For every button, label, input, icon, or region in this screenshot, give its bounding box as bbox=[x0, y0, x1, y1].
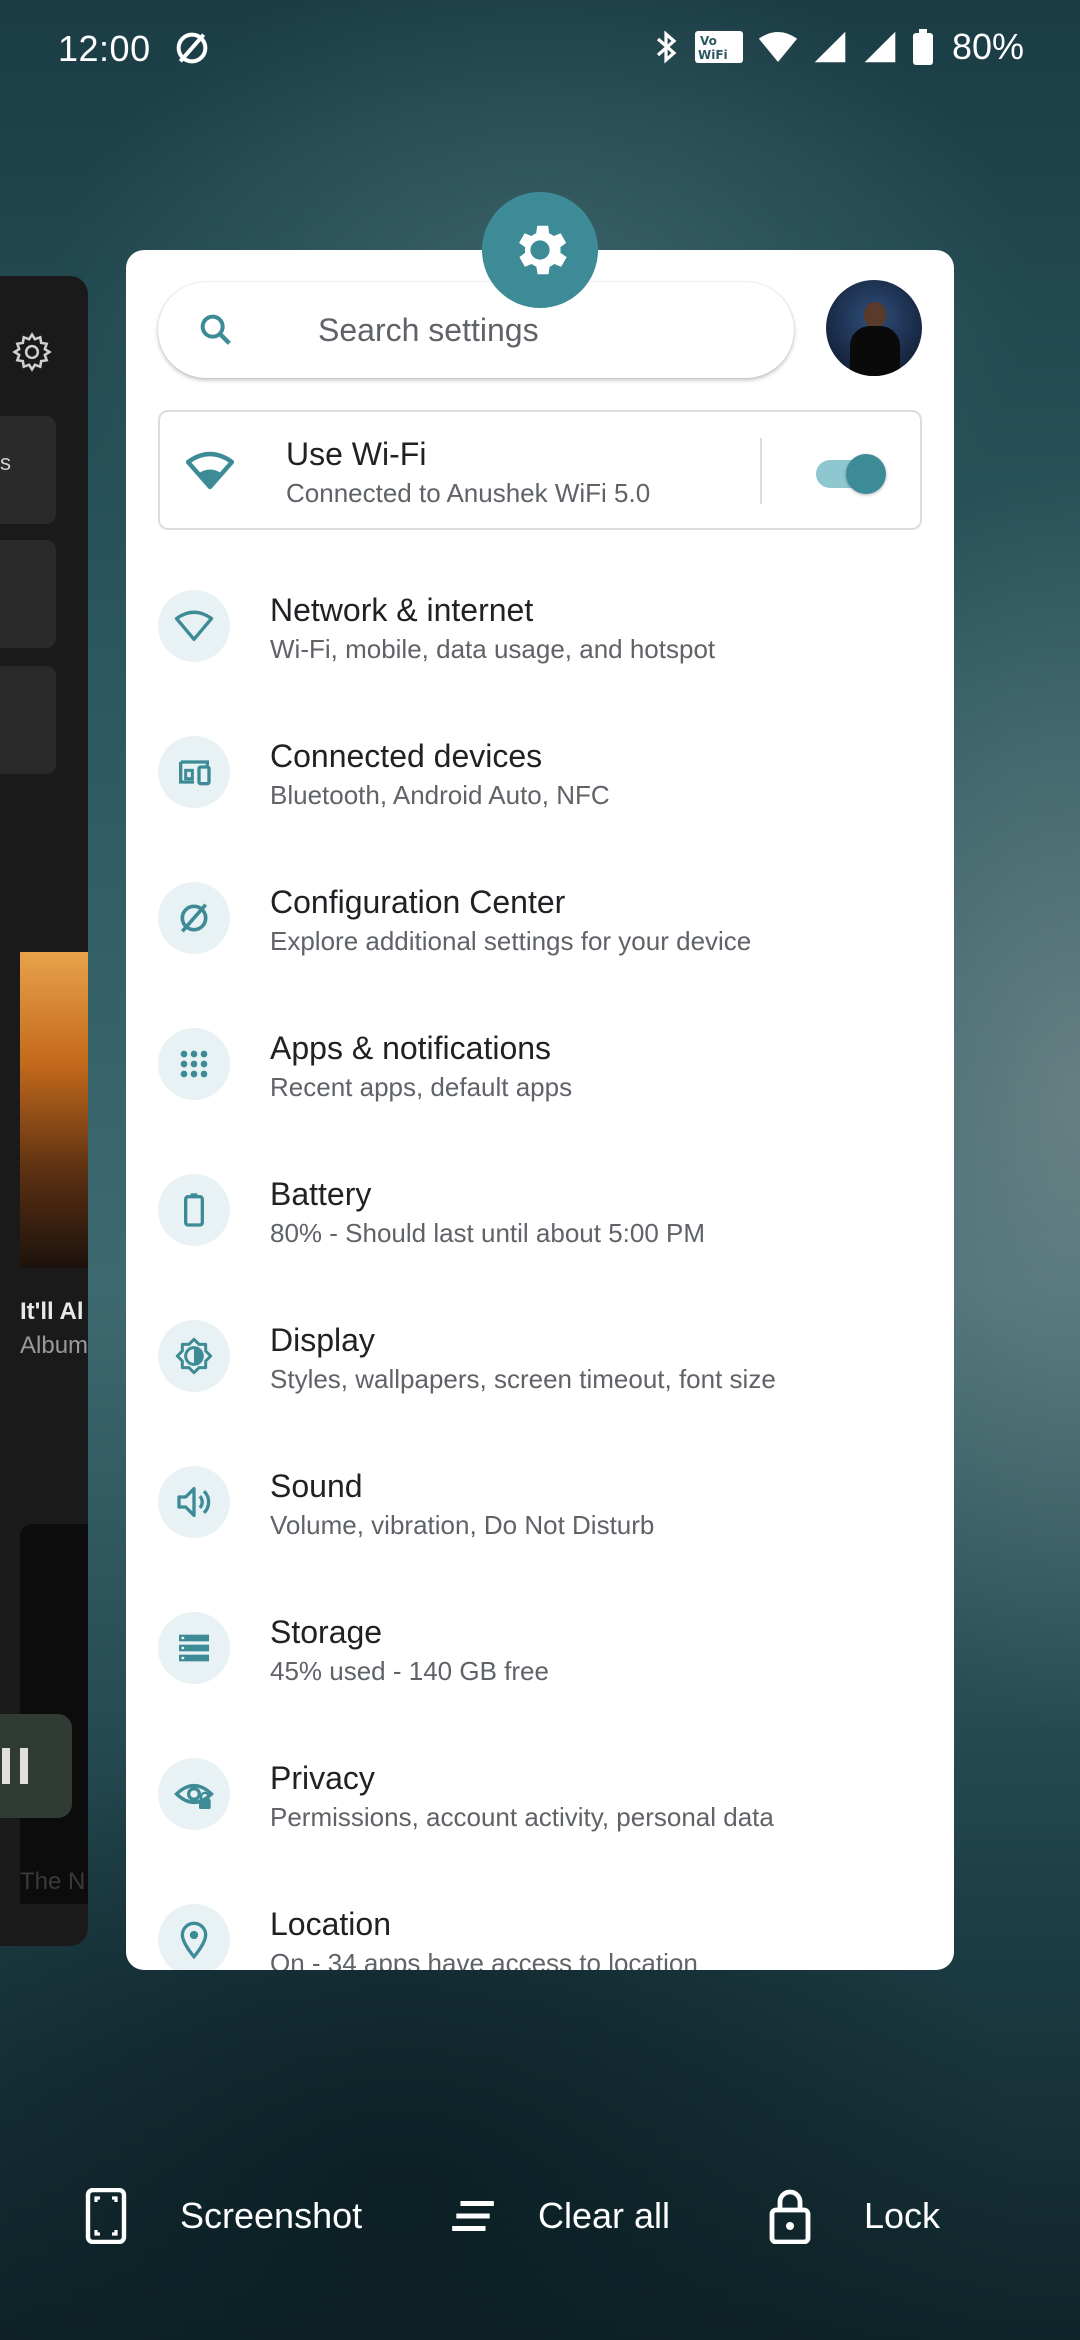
wifi-icon bbox=[186, 451, 234, 490]
item-subtitle: Explore additional settings for your dev… bbox=[270, 926, 752, 956]
item-subtitle: 45% used - 140 GB free bbox=[270, 1656, 549, 1686]
clear-all-button[interactable]: Clear all bbox=[448, 2186, 670, 2246]
status-time: 12:00 bbox=[58, 28, 151, 69]
settings-item-display[interactable]: Display Styles, wallpapers, screen timeo… bbox=[126, 1304, 954, 1450]
config-icon bbox=[158, 882, 230, 954]
screenshot-button[interactable]: Screenshot bbox=[82, 2186, 362, 2246]
lock-label: Lock bbox=[864, 2195, 941, 2236]
display-icon bbox=[158, 1320, 230, 1392]
settings-item-privacy[interactable]: Privacy Permissions, account activity, p… bbox=[126, 1742, 954, 1888]
settings-app-icon[interactable] bbox=[482, 192, 598, 308]
pause-icon bbox=[2, 1748, 10, 1784]
wifi-icon bbox=[758, 32, 798, 62]
item-title: Display bbox=[270, 1322, 375, 1358]
location-icon bbox=[158, 1904, 230, 1970]
item-title: Connected devices bbox=[270, 738, 543, 774]
status-icons: Vo WiFi 80% bbox=[654, 26, 1024, 68]
wifi-title: Use Wi-Fi bbox=[286, 436, 427, 472]
item-title: Configuration Center bbox=[270, 884, 566, 920]
svg-text:Vo: Vo bbox=[700, 34, 717, 48]
search-placeholder: Search settings bbox=[318, 312, 539, 348]
settings-item-battery[interactable]: Battery 80% - Should last until about 5:… bbox=[126, 1158, 954, 1304]
clear-all-label: Clear all bbox=[538, 2195, 671, 2236]
status-bar: 12:00 Vo WiFi 80% bbox=[0, 0, 1080, 96]
item-subtitle: Bluetooth, Android Auto, NFC bbox=[270, 780, 610, 810]
battery-percent: 80% bbox=[951, 26, 1024, 67]
gear-icon bbox=[12, 332, 52, 372]
settings-item-connected-devices[interactable]: Connected devices Bluetooth, Android Aut… bbox=[126, 720, 954, 866]
overview-actions: Screenshot Clear all Lock bbox=[0, 2160, 1080, 2260]
settings-item-storage[interactable]: Storage 45% used - 140 GB free bbox=[126, 1596, 954, 1742]
battery-icon bbox=[912, 29, 933, 65]
pause-button[interactable] bbox=[0, 1714, 72, 1818]
battery-icon bbox=[158, 1174, 230, 1246]
svg-text:WiFi: WiFi bbox=[698, 48, 728, 62]
settings-item-location[interactable]: Location On - 34 apps have access to loc… bbox=[126, 1888, 954, 1970]
search-icon bbox=[200, 314, 231, 345]
item-title: Storage bbox=[270, 1614, 383, 1650]
settings-list: Network & internet Wi-Fi, mobile, data u… bbox=[126, 574, 954, 1970]
item-subtitle: Styles, wallpapers, screen timeout, font… bbox=[270, 1364, 776, 1394]
wifi-suggestion-card[interactable]: Use Wi-Fi Connected to Anushek WiFi 5.0 bbox=[158, 410, 922, 530]
screenshot-icon bbox=[85, 2188, 127, 2244]
apps-icon bbox=[158, 1028, 230, 1100]
item-title: Location bbox=[270, 1906, 391, 1942]
recent-app-card-settings[interactable]: Search settings Use Wi-Fi Connected to A… bbox=[126, 250, 954, 1970]
wifi-icon bbox=[158, 590, 230, 662]
bluetooth-icon bbox=[656, 30, 677, 64]
tile bbox=[0, 666, 56, 774]
signal-icon bbox=[864, 31, 896, 63]
item-subtitle: 80% - Should last until about 5:00 PM bbox=[270, 1218, 706, 1248]
lock-icon bbox=[769, 2189, 811, 2244]
tile bbox=[0, 540, 56, 648]
item-title: Apps & notifications bbox=[270, 1030, 552, 1066]
lock-button[interactable]: Lock bbox=[766, 2186, 940, 2246]
sound-icon bbox=[158, 1466, 230, 1538]
privacy-icon bbox=[158, 1758, 230, 1830]
album-title: It'll Al bbox=[20, 1298, 84, 1325]
dnd-icon bbox=[176, 32, 208, 64]
storage-icon bbox=[158, 1612, 230, 1684]
settings-item-network[interactable]: Network & internet Wi-Fi, mobile, data u… bbox=[126, 574, 954, 720]
settings-item-apps-notifications[interactable]: Apps & notifications Recent apps, defaul… bbox=[126, 1012, 954, 1158]
album-art bbox=[20, 952, 88, 1268]
settings-item-configuration-center[interactable]: Configuration Center Explore additional … bbox=[126, 866, 954, 1012]
item-title: Battery bbox=[270, 1176, 372, 1212]
divider bbox=[760, 438, 762, 504]
clear-all-icon bbox=[452, 2201, 494, 2231]
item-title: Privacy bbox=[270, 1760, 375, 1796]
vowifi-icon: Vo WiFi bbox=[694, 31, 743, 63]
settings-item-sound[interactable]: Sound Volume, vibration, Do Not Disturb bbox=[126, 1450, 954, 1596]
recent-app-card-music[interactable]: s It'll Al Album The N bbox=[0, 276, 88, 1946]
item-subtitle: On - 34 apps have access to location bbox=[270, 1948, 698, 1970]
item-title: Network & internet bbox=[270, 592, 534, 628]
item-subtitle: Recent apps, default apps bbox=[270, 1072, 573, 1102]
tile-text: s bbox=[0, 450, 11, 475]
item-subtitle: Volume, vibration, Do Not Disturb bbox=[270, 1510, 655, 1540]
wifi-toggle[interactable] bbox=[816, 452, 886, 494]
devices-icon bbox=[158, 736, 230, 808]
item-subtitle: Wi-Fi, mobile, data usage, and hotspot bbox=[270, 634, 716, 664]
track-footer: The N bbox=[20, 1868, 86, 1895]
item-title: Sound bbox=[270, 1468, 363, 1504]
wifi-subtitle: Connected to Anushek WiFi 5.0 bbox=[286, 478, 651, 508]
item-subtitle: Permissions, account activity, personal … bbox=[270, 1802, 774, 1832]
screenshot-label: Screenshot bbox=[180, 2195, 363, 2236]
search-bar[interactable]: Search settings bbox=[158, 282, 794, 378]
avatar[interactable] bbox=[826, 280, 922, 376]
gear-icon bbox=[519, 225, 567, 275]
signal-icon bbox=[814, 31, 846, 63]
album-subtitle: Album bbox=[20, 1332, 88, 1359]
